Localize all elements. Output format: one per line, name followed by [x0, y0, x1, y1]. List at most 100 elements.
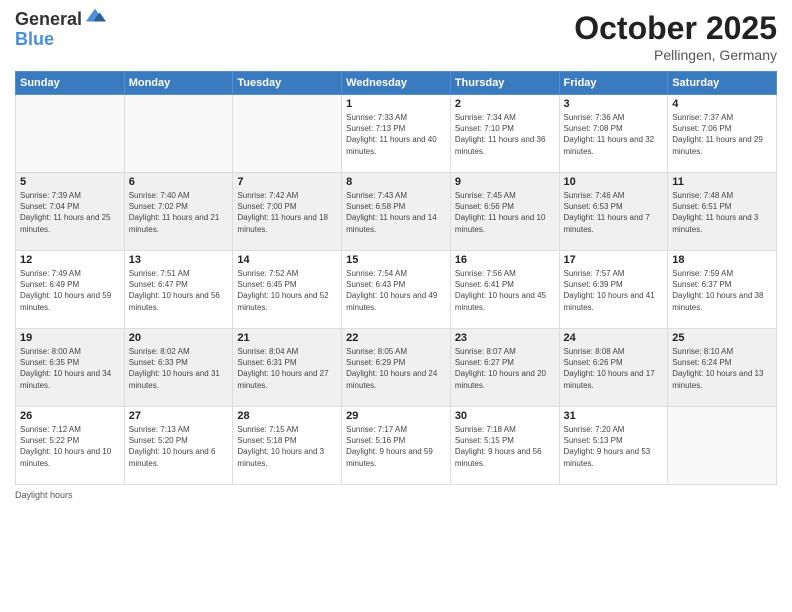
col-tuesday: Tuesday	[233, 72, 342, 95]
calendar-cell: 10 Sunrise: 7:46 AM Sunset: 6:53 PM Dayli…	[559, 173, 668, 251]
calendar-cell: 21Sunrise: 8:04 AM Sunset: 6:31 PM Dayli…	[233, 329, 342, 407]
day-info: Sunrise: 7:12 AM Sunset: 5:22 PM Dayligh…	[20, 424, 120, 469]
day-info: Sunrise: 8:08 AM Sunset: 6:26 PM Dayligh…	[564, 346, 664, 391]
calendar-cell: 11Sunrise: 7:48 AM Sunset: 6:51 PM Dayli…	[668, 173, 777, 251]
logo-general: General	[15, 10, 82, 30]
day-number: 16	[455, 254, 555, 266]
calendar-cell: 20 Sunrise: 8:02 AM Sunset: 6:33 PM Dayli…	[124, 329, 233, 407]
calendar-cell: 13 Sunrise: 7:51 AM Sunset: 6:47 PM Dayli…	[124, 251, 233, 329]
col-friday: Friday	[559, 72, 668, 95]
calendar-cell: 1Sunrise: 7:33 AM Sunset: 7:13 PM Daylig…	[342, 95, 451, 173]
day-info: Sunrise: 7:59 AM Sunset: 6:37 PM Dayligh…	[672, 268, 772, 313]
day-info: Sunrise: 7:42 AM Sunset: 7:00 PM Dayligh…	[237, 190, 337, 235]
day-info: Sunrise: 7:40 AM Sunset: 7:02 PM Dayligh…	[129, 190, 229, 235]
calendar-cell: 14 Sunrise: 7:52 AM Sunset: 6:45 PM Dayli…	[233, 251, 342, 329]
day-number: 17	[564, 254, 664, 266]
col-monday: Monday	[124, 72, 233, 95]
day-number: 7	[237, 176, 337, 188]
day-info: Sunrise: 8:07 AM Sunset: 6:27 PM Dayligh…	[455, 346, 555, 391]
day-number: 30	[455, 410, 555, 422]
calendar-cell: 12Sunrise: 7:49 AM Sunset: 6:49 PM Dayli…	[16, 251, 125, 329]
header: General Blue October 2025 Pellingen, Ger…	[15, 10, 777, 63]
day-info: Sunrise: 7:56 AM Sunset: 6:41 PM Dayligh…	[455, 268, 555, 313]
day-number: 11	[672, 176, 772, 188]
calendar-cell: 28 Sunrise: 7:15 AM Sunset: 5:18 PM Dayli…	[233, 407, 342, 485]
day-number: 9	[455, 176, 555, 188]
day-number: 23	[455, 332, 555, 344]
day-number: 3	[564, 98, 664, 110]
col-saturday: Saturday	[668, 72, 777, 95]
calendar-cell: 27 Sunrise: 7:13 AM Sunset: 5:20 PM Dayli…	[124, 407, 233, 485]
calendar-cell: 24 Sunrise: 8:08 AM Sunset: 6:26 PM Dayli…	[559, 329, 668, 407]
day-number: 28	[237, 410, 337, 422]
calendar-cell: 15Sunrise: 7:54 AM Sunset: 6:43 PM Dayli…	[342, 251, 451, 329]
calendar-week-row: 12Sunrise: 7:49 AM Sunset: 6:49 PM Dayli…	[16, 251, 777, 329]
footer: Daylight hours	[15, 490, 777, 500]
day-number: 26	[20, 410, 120, 422]
day-number: 4	[672, 98, 772, 110]
day-info: Sunrise: 7:52 AM Sunset: 6:45 PM Dayligh…	[237, 268, 337, 313]
calendar-week-row: 19Sunrise: 8:00 AM Sunset: 6:35 PM Dayli…	[16, 329, 777, 407]
calendar-cell: 18Sunrise: 7:59 AM Sunset: 6:37 PM Dayli…	[668, 251, 777, 329]
day-info: Sunrise: 7:39 AM Sunset: 7:04 PM Dayligh…	[20, 190, 120, 235]
day-info: Sunrise: 8:10 AM Sunset: 6:24 PM Dayligh…	[672, 346, 772, 391]
day-info: Sunrise: 7:51 AM Sunset: 6:47 PM Dayligh…	[129, 268, 229, 313]
day-number: 27	[129, 410, 229, 422]
day-number: 29	[346, 410, 446, 422]
day-number: 25	[672, 332, 772, 344]
day-number: 13	[129, 254, 229, 266]
day-info: Sunrise: 7:20 AM Sunset: 5:13 PM Dayligh…	[564, 424, 664, 469]
calendar-cell	[668, 407, 777, 485]
calendar-header-row: Sunday Monday Tuesday Wednesday Thursday…	[16, 72, 777, 95]
logo-icon	[84, 5, 106, 27]
day-number: 6	[129, 176, 229, 188]
day-info: Sunrise: 8:05 AM Sunset: 6:29 PM Dayligh…	[346, 346, 446, 391]
day-info: Sunrise: 8:00 AM Sunset: 6:35 PM Dayligh…	[20, 346, 120, 391]
calendar-cell	[124, 95, 233, 173]
calendar-cell: 5 Sunrise: 7:39 AM Sunset: 7:04 PM Daylig…	[16, 173, 125, 251]
col-thursday: Thursday	[450, 72, 559, 95]
day-info: Sunrise: 7:15 AM Sunset: 5:18 PM Dayligh…	[237, 424, 337, 469]
day-number: 22	[346, 332, 446, 344]
col-sunday: Sunday	[16, 72, 125, 95]
day-number: 24	[564, 332, 664, 344]
calendar-cell: 3 Sunrise: 7:36 AM Sunset: 7:08 PM Daylig…	[559, 95, 668, 173]
calendar-cell: 30Sunrise: 7:18 AM Sunset: 5:15 PM Dayli…	[450, 407, 559, 485]
calendar-cell: 7 Sunrise: 7:42 AM Sunset: 7:00 PM Daylig…	[233, 173, 342, 251]
calendar-cell: 22 Sunrise: 8:05 AM Sunset: 6:29 PM Dayli…	[342, 329, 451, 407]
day-info: Sunrise: 7:43 AM Sunset: 6:58 PM Dayligh…	[346, 190, 446, 235]
day-info: Sunrise: 7:17 AM Sunset: 5:16 PM Dayligh…	[346, 424, 446, 469]
day-number: 1	[346, 98, 446, 110]
day-number: 5	[20, 176, 120, 188]
day-info: Sunrise: 7:46 AM Sunset: 6:53 PM Dayligh…	[564, 190, 664, 235]
day-number: 12	[20, 254, 120, 266]
calendar-cell: 6 Sunrise: 7:40 AM Sunset: 7:02 PM Daylig…	[124, 173, 233, 251]
day-info: Sunrise: 7:13 AM Sunset: 5:20 PM Dayligh…	[129, 424, 229, 469]
calendar-cell: 16 Sunrise: 7:56 AM Sunset: 6:41 PM Dayli…	[450, 251, 559, 329]
calendar-cell: 8 Sunrise: 7:43 AM Sunset: 6:58 PM Daylig…	[342, 173, 451, 251]
day-number: 20	[129, 332, 229, 344]
logo-blue: Blue	[15, 30, 106, 50]
calendar: Sunday Monday Tuesday Wednesday Thursday…	[15, 71, 777, 485]
day-info: Sunrise: 7:54 AM Sunset: 6:43 PM Dayligh…	[346, 268, 446, 313]
day-number: 8	[346, 176, 446, 188]
logo: General Blue	[15, 10, 106, 50]
calendar-cell: 25 Sunrise: 8:10 AM Sunset: 6:24 PM Dayli…	[668, 329, 777, 407]
month-title: October 2025	[574, 10, 777, 47]
day-number: 10	[564, 176, 664, 188]
calendar-cell: 26 Sunrise: 7:12 AM Sunset: 5:22 PM Dayli…	[16, 407, 125, 485]
calendar-cell: 19Sunrise: 8:00 AM Sunset: 6:35 PM Dayli…	[16, 329, 125, 407]
day-info: Sunrise: 7:37 AM Sunset: 7:06 PM Dayligh…	[672, 112, 772, 157]
daylight-label: Daylight hours	[15, 490, 73, 500]
calendar-cell: 9Sunrise: 7:45 AM Sunset: 6:56 PM Daylig…	[450, 173, 559, 251]
day-number: 21	[237, 332, 337, 344]
day-info: Sunrise: 7:36 AM Sunset: 7:08 PM Dayligh…	[564, 112, 664, 157]
calendar-cell: 31 Sunrise: 7:20 AM Sunset: 5:13 PM Dayli…	[559, 407, 668, 485]
calendar-cell	[16, 95, 125, 173]
calendar-cell: 29 Sunrise: 7:17 AM Sunset: 5:16 PM Dayli…	[342, 407, 451, 485]
calendar-cell: 23 Sunrise: 8:07 AM Sunset: 6:27 PM Dayli…	[450, 329, 559, 407]
day-number: 31	[564, 410, 664, 422]
calendar-cell	[233, 95, 342, 173]
day-number: 14	[237, 254, 337, 266]
day-info: Sunrise: 8:02 AM Sunset: 6:33 PM Dayligh…	[129, 346, 229, 391]
